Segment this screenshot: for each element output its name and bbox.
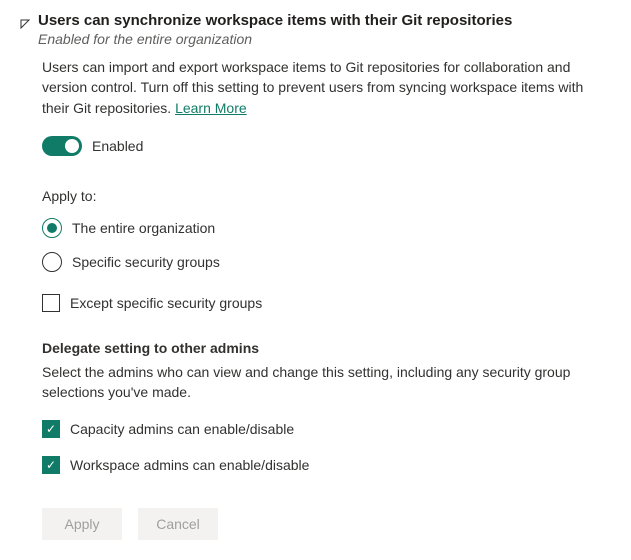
checkbox-except-groups[interactable] bbox=[42, 294, 60, 312]
check-icon: ✓ bbox=[46, 423, 56, 435]
radio-specific-groups-label: Specific security groups bbox=[72, 254, 220, 270]
delegate-section-description: Select the admins who can view and chang… bbox=[42, 362, 611, 403]
enabled-toggle[interactable] bbox=[42, 136, 82, 156]
checkbox-capacity-admins[interactable]: ✓ bbox=[42, 420, 60, 438]
toggle-thumb bbox=[65, 139, 79, 153]
checkbox-except-groups-label: Except specific security groups bbox=[70, 295, 262, 311]
collapse-icon[interactable] bbox=[20, 16, 30, 32]
radio-specific-groups[interactable] bbox=[42, 252, 62, 272]
delegate-section-title: Delegate setting to other admins bbox=[42, 340, 611, 356]
checkbox-workspace-admins-label: Workspace admins can enable/disable bbox=[70, 457, 309, 473]
toggle-state-label: Enabled bbox=[92, 138, 143, 154]
radio-entire-organization[interactable] bbox=[42, 218, 62, 238]
checkbox-workspace-admins[interactable]: ✓ bbox=[42, 456, 60, 474]
setting-scope-subtitle: Enabled for the entire organization bbox=[38, 31, 512, 47]
description-text: Users can import and export workspace it… bbox=[42, 59, 583, 116]
setting-description: Users can import and export workspace it… bbox=[42, 57, 611, 118]
checkbox-capacity-admins-label: Capacity admins can enable/disable bbox=[70, 421, 294, 437]
setting-title: Users can synchronize workspace items wi… bbox=[38, 12, 512, 29]
apply-to-label: Apply to: bbox=[42, 188, 611, 204]
radio-dot bbox=[47, 223, 57, 233]
learn-more-link[interactable]: Learn More bbox=[175, 100, 247, 116]
radio-entire-organization-label: The entire organization bbox=[72, 220, 215, 236]
cancel-button[interactable]: Cancel bbox=[138, 508, 218, 540]
apply-button[interactable]: Apply bbox=[42, 508, 122, 540]
check-icon: ✓ bbox=[46, 459, 56, 471]
